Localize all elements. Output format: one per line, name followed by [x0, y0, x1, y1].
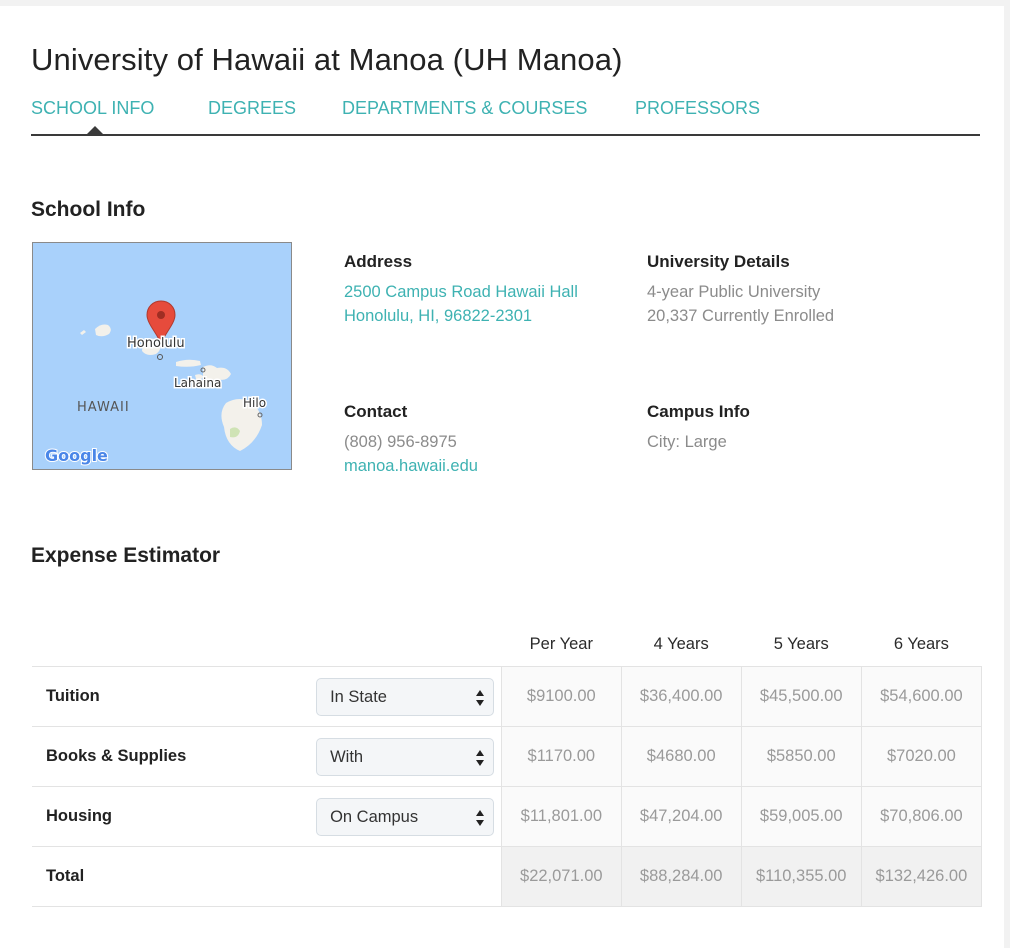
- contact-phone: (808) 956-8975: [344, 433, 457, 451]
- select-arrows-icon: [476, 689, 485, 706]
- island-molokai: [176, 359, 201, 367]
- select-cell: On Campus: [299, 786, 502, 847]
- select-arrows-icon: [476, 749, 485, 766]
- housing-4-years: $47,204.00: [620, 786, 742, 847]
- page-title: University of Hawaii at Manoa (UH Manoa): [31, 42, 623, 77]
- page-container: University of Hawaii at Manoa (UH Manoa)…: [0, 6, 1004, 948]
- table-row-housing: Housing On Campus $11,801.00 $47,204.00 …: [32, 786, 983, 847]
- enrollment-count: 20,337 Currently Enrolled: [647, 307, 835, 325]
- total-per-year: $22,071.00: [500, 846, 622, 907]
- campus-info-label: Campus Info: [647, 402, 750, 421]
- header-blank: [32, 622, 299, 667]
- expense-estimator-heading: Expense Estimator: [31, 544, 221, 567]
- map-graphic: Honolulu Lahaina HAWAII Hilo Google: [44, 300, 268, 466]
- row-label-total: Total: [32, 846, 300, 907]
- select-cell: In State: [299, 666, 502, 727]
- map-label-honolulu: Honolulu: [127, 336, 185, 351]
- header-per-year: Per Year: [529, 634, 593, 653]
- tab-bar: SCHOOL INFO DEGREES DEPARTMENTS & COURSE…: [31, 94, 980, 136]
- books-per-year: $1170.00: [500, 726, 622, 787]
- university-type: 4-year Public University: [647, 283, 821, 301]
- select-value: With: [330, 747, 364, 766]
- expense-table: Per Year 4 Years 5 Years 6 Years Tuition…: [32, 622, 983, 907]
- total-4-years: $88,284.00: [620, 846, 742, 907]
- table-row-total: Total $22,071.00 $88,284.00 $110,355.00 …: [32, 846, 983, 907]
- island-kauai: [95, 324, 111, 337]
- address-label: Address: [344, 252, 413, 271]
- university-details-label: University Details: [647, 252, 790, 271]
- empty-cell: [299, 846, 502, 907]
- google-logo: Google: [45, 446, 108, 465]
- map-label-hilo: Hilo: [243, 396, 266, 410]
- housing-5-years: $59,005.00: [740, 786, 862, 847]
- housing-select[interactable]: On Campus: [316, 797, 495, 836]
- select-arrows-icon: [476, 809, 485, 826]
- header-4-years: 4 Years: [653, 634, 709, 653]
- select-cell: With: [299, 726, 502, 787]
- address-line-1[interactable]: 2500 Campus Road Hawaii Hall: [344, 283, 578, 302]
- books-5-years: $5850.00: [740, 726, 862, 787]
- row-label-tuition: Tuition: [32, 666, 300, 727]
- total-6-years: $132,426.00: [860, 846, 983, 907]
- total-5-years: $110,355.00: [740, 846, 862, 907]
- row-label-books-supplies: Books & Supplies: [32, 726, 300, 787]
- tuition-6-years: $54,600.00: [860, 666, 983, 727]
- map-label-lahaina: Lahaina: [174, 376, 221, 390]
- books-6-years: $7020.00: [860, 726, 983, 787]
- tab-degrees[interactable]: DEGREES: [208, 98, 296, 119]
- header-blank-select: [299, 622, 501, 667]
- tuition-residency-select[interactable]: In State: [316, 677, 495, 716]
- housing-6-years: $70,806.00: [860, 786, 983, 847]
- tab-school-info[interactable]: SCHOOL INFO: [31, 98, 154, 119]
- campus-setting: City: Large: [647, 433, 727, 451]
- island-niihau: [80, 330, 86, 335]
- address-line-2[interactable]: Honolulu, HI, 96822-2301: [344, 307, 532, 326]
- contact-label: Contact: [344, 402, 408, 421]
- map-label-hawaii: HAWAII: [77, 400, 130, 415]
- tuition-5-years: $45,500.00: [740, 666, 862, 727]
- tuition-4-years: $36,400.00: [620, 666, 742, 727]
- header-6-years: 6 Years: [893, 634, 949, 653]
- row-label-housing: Housing: [32, 786, 300, 847]
- books-supplies-select[interactable]: With: [316, 737, 495, 776]
- tuition-per-year: $9100.00: [500, 666, 622, 727]
- select-value: On Campus: [330, 807, 419, 826]
- table-row-books-supplies: Books & Supplies With $1170.00 $4680.00 …: [32, 726, 983, 787]
- school-info-heading: School Info: [31, 198, 146, 221]
- select-value: In State: [330, 687, 387, 706]
- expense-header-row: Per Year 4 Years 5 Years 6 Years: [32, 622, 982, 667]
- header-5-years: 5 Years: [773, 634, 829, 653]
- contact-website-link[interactable]: manoa.hawaii.edu: [344, 457, 478, 476]
- active-tab-indicator: [87, 126, 103, 134]
- tab-professors[interactable]: PROFESSORS: [635, 98, 760, 119]
- location-map[interactable]: Honolulu Lahaina HAWAII Hilo Google: [32, 242, 292, 470]
- tab-departments-courses[interactable]: DEPARTMENTS & COURSES: [342, 98, 587, 119]
- books-4-years: $4680.00: [620, 726, 742, 787]
- housing-per-year: $11,801.00: [500, 786, 622, 847]
- table-row-tuition: Tuition In State $9100.00 $36,400.00 $45…: [32, 666, 983, 727]
